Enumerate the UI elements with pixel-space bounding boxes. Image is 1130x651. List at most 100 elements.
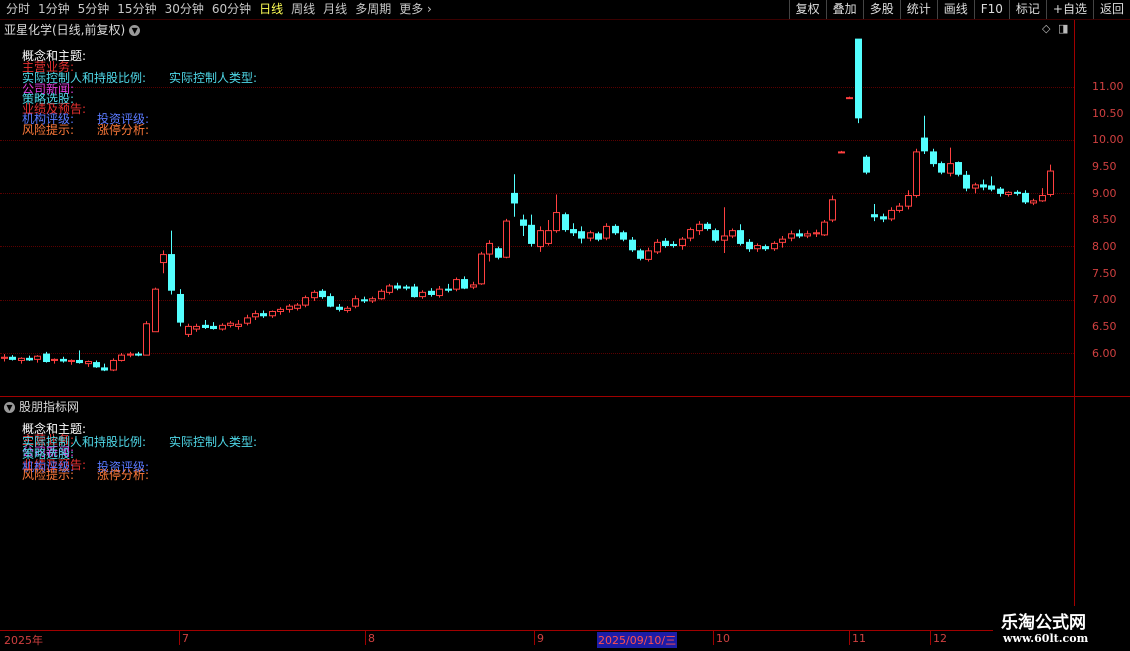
- tab-intraday[interactable]: 分时: [2, 1, 34, 18]
- candle[interactable]: [1014, 190, 1021, 196]
- candle[interactable]: [244, 314, 251, 326]
- candle[interactable]: [369, 296, 376, 303]
- candle[interactable]: [947, 147, 954, 177]
- tab-15min[interactable]: 15分钟: [113, 1, 160, 18]
- candle[interactable]: [193, 323, 200, 332]
- tab-5min[interactable]: 5分钟: [74, 1, 114, 18]
- candle[interactable]: [595, 231, 602, 242]
- candle[interactable]: [461, 276, 468, 290]
- candle[interactable]: [252, 310, 259, 321]
- candle[interactable]: [101, 363, 108, 372]
- candle[interactable]: [344, 306, 351, 313]
- candle[interactable]: [620, 230, 627, 242]
- add-watchlist-button[interactable]: +自选: [1045, 0, 1093, 19]
- candle[interactable]: [403, 284, 410, 291]
- tab-60min[interactable]: 60分钟: [208, 1, 255, 18]
- candle[interactable]: [955, 161, 962, 177]
- candle[interactable]: [470, 281, 477, 290]
- candle[interactable]: [85, 360, 92, 367]
- candle[interactable]: [779, 235, 786, 248]
- candle[interactable]: [177, 289, 184, 327]
- f10-button[interactable]: F10: [973, 0, 1009, 19]
- candle[interactable]: [445, 283, 452, 293]
- candle[interactable]: [486, 240, 493, 262]
- candle[interactable]: [118, 353, 125, 362]
- adjust-button[interactable]: 复权: [788, 0, 826, 19]
- candle[interactable]: [235, 320, 242, 330]
- candle[interactable]: [963, 171, 970, 192]
- candle[interactable]: [68, 359, 75, 365]
- candle[interactable]: [1022, 190, 1029, 205]
- tab-multi-period[interactable]: 多周期: [351, 1, 395, 18]
- candle[interactable]: [18, 357, 25, 364]
- candle[interactable]: [411, 283, 418, 298]
- candle[interactable]: [227, 321, 234, 328]
- candle[interactable]: [43, 351, 50, 363]
- candle[interactable]: [168, 230, 175, 295]
- candle[interactable]: [352, 295, 359, 309]
- candle[interactable]: [737, 224, 744, 246]
- candle[interactable]: [127, 351, 134, 358]
- chevron-down-icon[interactable]: ▼: [4, 402, 15, 413]
- candle[interactable]: [436, 285, 443, 298]
- candle[interactable]: [327, 293, 334, 308]
- candle[interactable]: [679, 237, 686, 250]
- candle[interactable]: [696, 221, 703, 235]
- candle[interactable]: [972, 182, 979, 194]
- tab-1min[interactable]: 1分钟: [34, 1, 74, 18]
- back-button[interactable]: 返回: [1092, 0, 1130, 19]
- candle[interactable]: [143, 321, 150, 356]
- candle[interactable]: [386, 283, 393, 295]
- candle[interactable]: [478, 251, 485, 285]
- candle[interactable]: [378, 289, 385, 300]
- candle[interactable]: [520, 214, 527, 236]
- candle[interactable]: [269, 310, 276, 318]
- candle[interactable]: [855, 38, 862, 124]
- candle[interactable]: [537, 226, 544, 252]
- candle[interactable]: [319, 289, 326, 299]
- candle[interactable]: [110, 358, 117, 372]
- candle[interactable]: [51, 358, 58, 364]
- candle[interactable]: [846, 96, 853, 100]
- candle[interactable]: [545, 220, 552, 246]
- candle[interactable]: [210, 322, 217, 330]
- candle[interactable]: [453, 277, 460, 292]
- candle[interactable]: [1047, 164, 1054, 197]
- candle[interactable]: [821, 220, 828, 236]
- candle[interactable]: [670, 241, 677, 248]
- candle[interactable]: [829, 195, 836, 223]
- candle[interactable]: [587, 230, 594, 242]
- candle[interactable]: [511, 174, 518, 217]
- candle[interactable]: [754, 243, 761, 252]
- stats-button[interactable]: 统计: [899, 0, 937, 19]
- overlay-button[interactable]: 叠加: [825, 0, 863, 19]
- candle[interactable]: [863, 155, 870, 175]
- candle[interactable]: [428, 288, 435, 297]
- candle[interactable]: [528, 214, 535, 247]
- candle[interactable]: [202, 320, 209, 330]
- candle[interactable]: [553, 194, 560, 233]
- candle[interactable]: [260, 310, 267, 318]
- candle[interactable]: [60, 356, 67, 363]
- candle[interactable]: [570, 223, 577, 236]
- candle[interactable]: [896, 202, 903, 213]
- candle[interactable]: [871, 204, 878, 222]
- candle[interactable]: [788, 230, 795, 242]
- candle[interactable]: [687, 227, 694, 242]
- candle[interactable]: [645, 247, 652, 262]
- candle[interactable]: [712, 228, 719, 243]
- candle[interactable]: [704, 222, 711, 231]
- candle[interactable]: [762, 244, 769, 251]
- candle[interactable]: [578, 226, 585, 244]
- candle[interactable]: [503, 218, 510, 259]
- candle[interactable]: [294, 302, 301, 311]
- candlestick-chart[interactable]: [0, 20, 1074, 400]
- candle[interactable]: [1005, 191, 1012, 197]
- candle[interactable]: [913, 148, 920, 198]
- candle[interactable]: [152, 287, 159, 333]
- candle[interactable]: [185, 323, 192, 338]
- mark-button[interactable]: 标记: [1008, 0, 1046, 19]
- candle[interactable]: [838, 150, 845, 154]
- candle[interactable]: [662, 238, 669, 248]
- candle[interactable]: [160, 250, 167, 274]
